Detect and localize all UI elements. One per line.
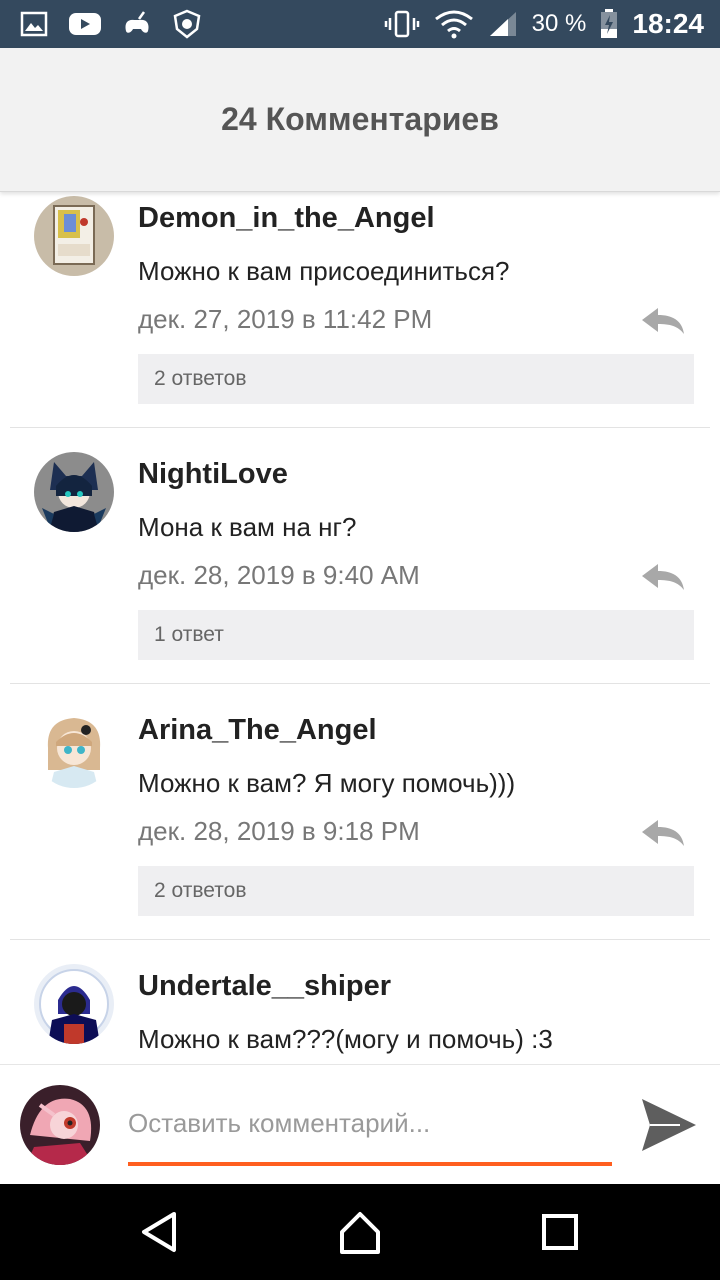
send-icon	[642, 1099, 696, 1151]
back-icon	[142, 1212, 176, 1252]
comment-item: Demon_in_the_Angel Можно к вам присоедин…	[10, 192, 710, 428]
comment-date: дек. 27, 2019 в 11:42 PM	[138, 304, 433, 334]
comment-input[interactable]	[128, 1094, 612, 1166]
reply-icon[interactable]	[640, 818, 686, 848]
status-bar: 30 % 18:24	[0, 0, 720, 48]
comment-item: Undertale__shiper Можно к вам???(могу и …	[10, 940, 710, 1064]
back-button[interactable]	[136, 1208, 184, 1256]
comment-text: Можно к вам???(могу и помочь) :3	[138, 1024, 553, 1054]
reply-icon[interactable]	[640, 562, 686, 592]
comment-username[interactable]: Undertale__shiper	[138, 970, 391, 1003]
battery-charging-icon	[600, 9, 618, 39]
comment-username[interactable]: Arina_The_Angel	[138, 714, 377, 747]
avatar[interactable]	[34, 452, 114, 532]
gamepad-icon	[122, 9, 152, 39]
system-nav-bar	[0, 1184, 720, 1280]
comment-date: дек. 28, 2019 в 9:18 PM	[138, 816, 420, 846]
wifi-icon	[434, 9, 474, 39]
view-replies-button[interactable]: 2 ответов	[138, 866, 694, 916]
comment-username[interactable]: NightiLove	[138, 458, 288, 491]
youtube-icon	[68, 11, 102, 37]
view-replies-button[interactable]: 1 ответ	[138, 610, 694, 660]
signal-icon	[488, 10, 518, 38]
avatar[interactable]	[34, 196, 114, 276]
comment-item: NightiLove Мона к вам на нг? дек. 28, 20…	[10, 428, 710, 684]
page-title: 24 Комментариев	[221, 101, 499, 137]
recents-icon	[542, 1214, 578, 1250]
comment-text: Мона к вам на нг?	[138, 512, 357, 542]
avatar[interactable]	[34, 964, 114, 1044]
home-icon	[340, 1212, 380, 1254]
battery-percent: 30 %	[531, 10, 587, 37]
my-avatar[interactable]	[20, 1085, 100, 1165]
clock: 18:24	[632, 8, 704, 39]
avatar[interactable]	[34, 708, 114, 788]
view-replies-button[interactable]: 2 ответов	[138, 354, 694, 404]
gallery-icon	[20, 11, 48, 37]
comment-text: Можно к вам присоединиться?	[138, 256, 510, 286]
vibrate-icon	[384, 10, 420, 38]
comment-date: дек. 28, 2019 в 9:40 AM	[138, 560, 420, 590]
comment-item: Arina_The_Angel Можно к вам? Я могу помо…	[10, 684, 710, 940]
home-button[interactable]	[336, 1208, 384, 1256]
comment-username[interactable]: Demon_in_the_Angel	[138, 202, 435, 235]
reply-icon[interactable]	[640, 306, 686, 336]
comment-list[interactable]: Demon_in_the_Angel Можно к вам присоедин…	[10, 192, 710, 1064]
send-button[interactable]	[640, 1097, 698, 1153]
shield-app-icon	[172, 9, 202, 39]
comment-text: Можно к вам? Я могу помочь)))	[138, 768, 516, 798]
recents-button[interactable]	[536, 1208, 584, 1256]
comments-header: 24 Комментариев	[0, 48, 720, 192]
